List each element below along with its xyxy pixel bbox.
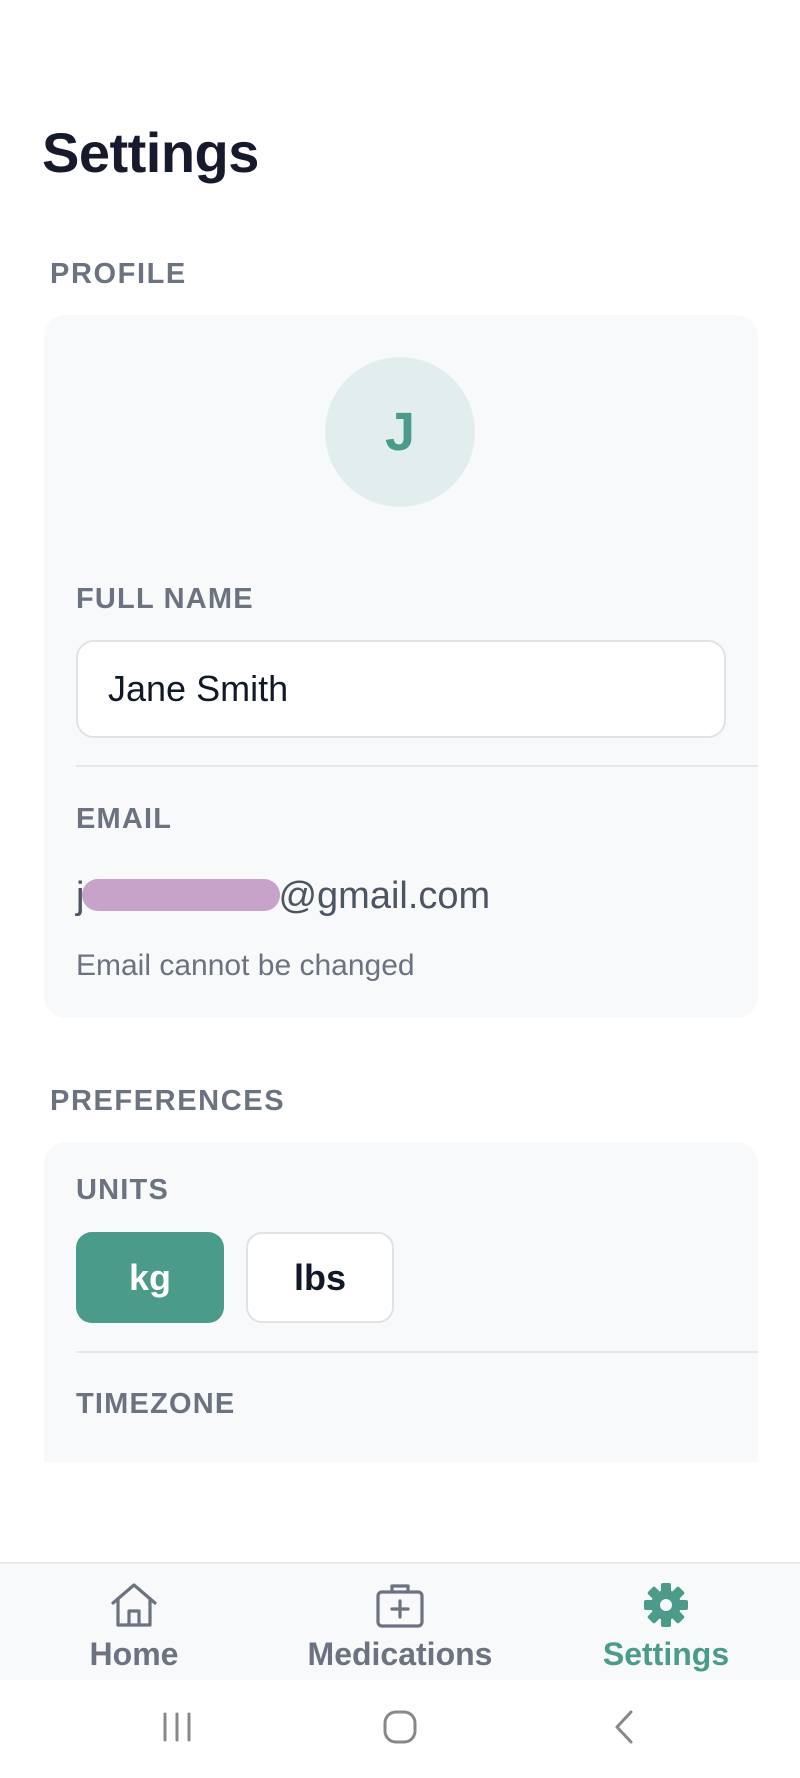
- nav-medications[interactable]: Medications: [270, 1564, 530, 1682]
- back-button[interactable]: [594, 1702, 654, 1752]
- nav-home-label: Home: [89, 1636, 179, 1672]
- home-icon: [111, 1583, 157, 1627]
- unit-lbs-button[interactable]: lbs: [246, 1232, 394, 1323]
- preferences-divider: [76, 1351, 758, 1353]
- bottom-nav: Home Medications Settings: [0, 1562, 800, 1680]
- units-label: UNITS: [76, 1174, 169, 1206]
- home-circle-icon: [383, 1710, 417, 1744]
- system-navigation-bar: [0, 1680, 800, 1778]
- email-suffix: @gmail.com: [278, 875, 491, 917]
- medical-kit-icon: [376, 1584, 424, 1628]
- back-chevron-icon: [615, 1710, 633, 1744]
- full-name-input[interactable]: [76, 640, 726, 738]
- profile-section-header: PROFILE: [50, 258, 187, 290]
- preferences-card: UNITS kg lbs TIMEZONE: [44, 1142, 758, 1462]
- unit-kg-button[interactable]: kg: [76, 1232, 224, 1323]
- nav-settings[interactable]: Settings: [536, 1564, 796, 1682]
- avatar[interactable]: J: [325, 357, 475, 507]
- email-label: EMAIL: [76, 803, 173, 835]
- timezone-label: TIMEZONE: [76, 1388, 236, 1420]
- recent-apps-button[interactable]: [147, 1702, 207, 1752]
- nav-medications-label: Medications: [307, 1636, 493, 1672]
- gear-icon: [644, 1583, 688, 1627]
- profile-divider: [76, 765, 758, 767]
- timezone-value-clipped[interactable]: [154, 1445, 614, 1459]
- recent-apps-icon: [163, 1712, 191, 1742]
- nav-home[interactable]: Home: [4, 1564, 264, 1682]
- email-redaction: [82, 878, 281, 911]
- preferences-section-header: PREFERENCES: [50, 1085, 286, 1117]
- email-value: j @gmail.com: [76, 875, 490, 918]
- email-hint: Email cannot be changed: [76, 949, 415, 982]
- nav-settings-label: Settings: [602, 1636, 730, 1672]
- page-title: Settings: [42, 121, 259, 184]
- profile-card: J FULL NAME EMAIL j@gmail.com Email cann…: [44, 315, 758, 1018]
- home-system-button[interactable]: [370, 1702, 430, 1752]
- full-name-label: FULL NAME: [76, 583, 254, 615]
- avatar-initial: J: [384, 402, 416, 462]
